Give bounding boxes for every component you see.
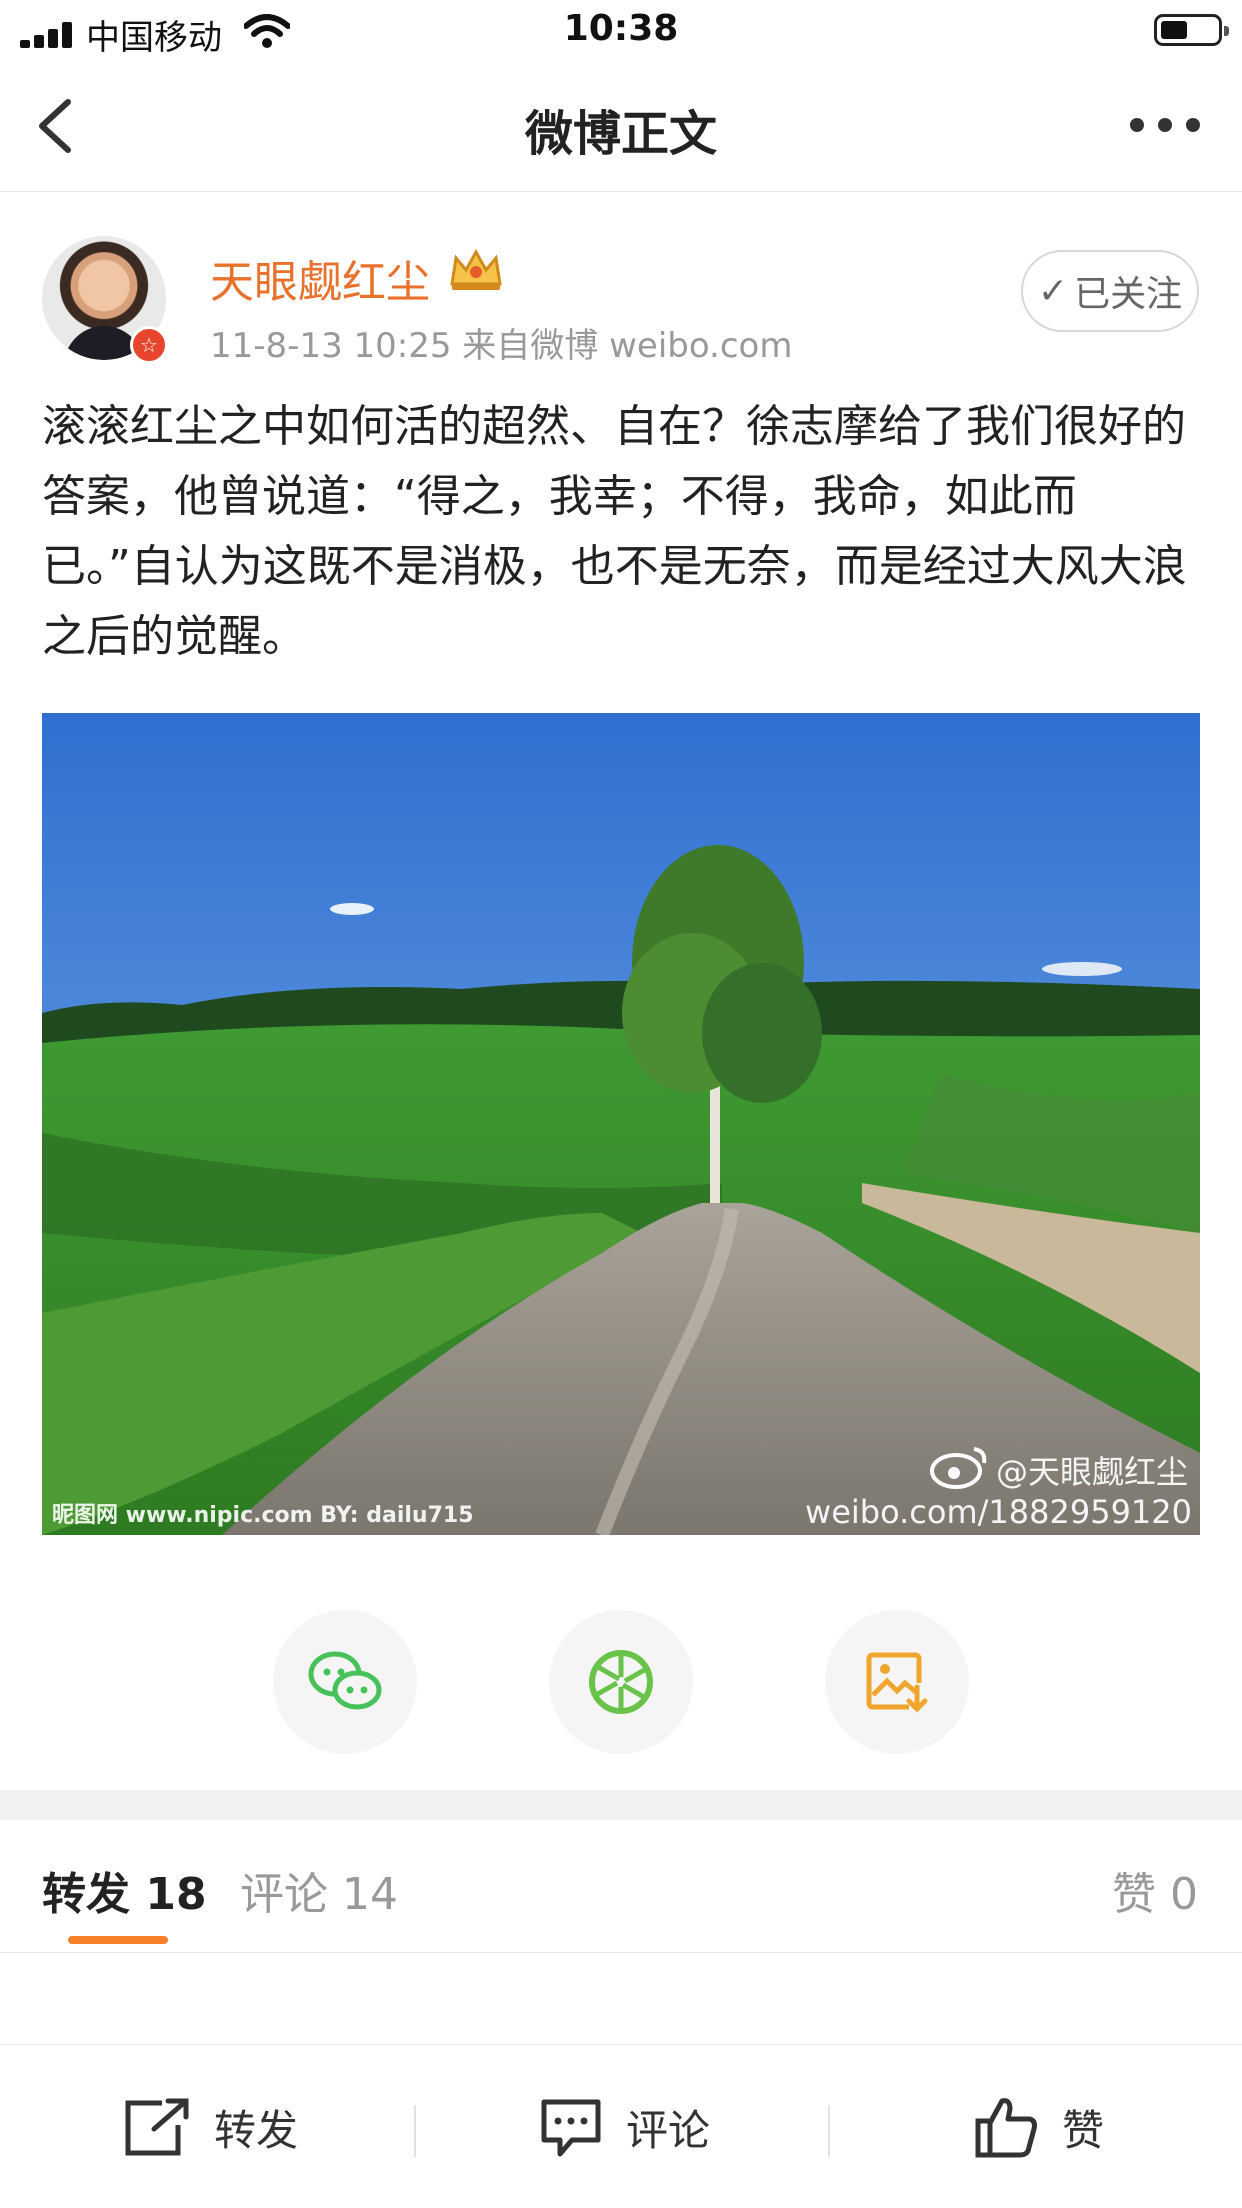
like-button[interactable]: 赞 — [974, 2095, 1104, 2159]
weibo-logo-icon — [930, 1447, 987, 1489]
aperture-icon — [589, 1650, 653, 1714]
thumbs-up-icon — [975, 2098, 1037, 2158]
save-image-button[interactable] — [825, 1610, 969, 1754]
tab-comment-label: 评论 — [240, 1869, 328, 1920]
tab-comment-count: 14 — [342, 1869, 398, 1920]
image-watermark-site: 昵图网 www.nipic.com BY: dailu715 — [52, 1503, 474, 1528]
toolbar-divider — [828, 2105, 830, 2157]
image-watermark-handle: @天眼觑红尘 — [995, 1453, 1188, 1491]
post-meta: 11-8-13 10:25 来自微博 weibo.com — [210, 326, 793, 366]
status-time: 10:38 — [563, 8, 679, 49]
post-image[interactable]: @天眼觑红尘 weibo.com/1882959120 昵图网 www.nipi… — [42, 713, 1200, 1535]
tab-like-label: 赞 — [1112, 1869, 1156, 1920]
tab-like-count: 0 — [1170, 1869, 1198, 1920]
tab-repost-count: 18 — [145, 1869, 207, 1920]
tab-repost[interactable]: 转发 18 — [42, 1858, 207, 1922]
comment-button[interactable]: 评论 — [538, 2095, 710, 2159]
wechat-icon — [308, 1651, 382, 1710]
like-label: 赞 — [1062, 2105, 1105, 2155]
verified-badge-icon: ☆ — [130, 326, 168, 364]
tab-repost-label: 转发 — [42, 1869, 130, 1920]
follow-button[interactable]: ✓ 已关注 — [1021, 250, 1199, 332]
page-title: 微博正文 — [524, 106, 717, 162]
post-text: 滚滚红尘之中如何活的超然、自在？徐志摩给了我们很好的答案，他曾说道：“得之，我幸… — [42, 401, 1187, 662]
repost-icon — [125, 2098, 189, 2156]
username[interactable]: 天眼觑红尘 — [210, 246, 430, 310]
battery-icon — [1154, 14, 1229, 46]
vip-crown-icon — [450, 248, 502, 290]
comment-icon — [541, 2099, 601, 2157]
repost-label: 转发 — [214, 2105, 299, 2155]
section-separator — [0, 1790, 1242, 1820]
active-tab-indicator — [68, 1936, 168, 1944]
image-watermark-url: weibo.com/1882959120 — [805, 1493, 1192, 1531]
comment-label: 评论 — [626, 2105, 711, 2155]
bottom-toolbar: 转发 评论 赞 — [0, 2044, 1242, 2208]
share-wechat-button[interactable] — [273, 1610, 417, 1754]
tab-divider — [0, 1952, 1242, 1953]
save-image-icon — [866, 1652, 928, 1713]
check-icon: ✓ — [1037, 270, 1069, 312]
repost-button[interactable]: 转发 — [122, 2095, 298, 2159]
status-bar: 中国移动 10:38 — [0, 0, 1242, 64]
tab-like[interactable]: 赞 0 — [1112, 1858, 1198, 1922]
nav-bar: 微博正文 — [0, 64, 1242, 192]
toolbar-divider — [414, 2105, 416, 2157]
share-moments-button[interactable] — [549, 1610, 693, 1754]
follow-label: 已关注 — [1074, 274, 1183, 315]
more-options-icon[interactable] — [1130, 118, 1200, 138]
tab-comment[interactable]: 评论 14 — [240, 1858, 398, 1922]
